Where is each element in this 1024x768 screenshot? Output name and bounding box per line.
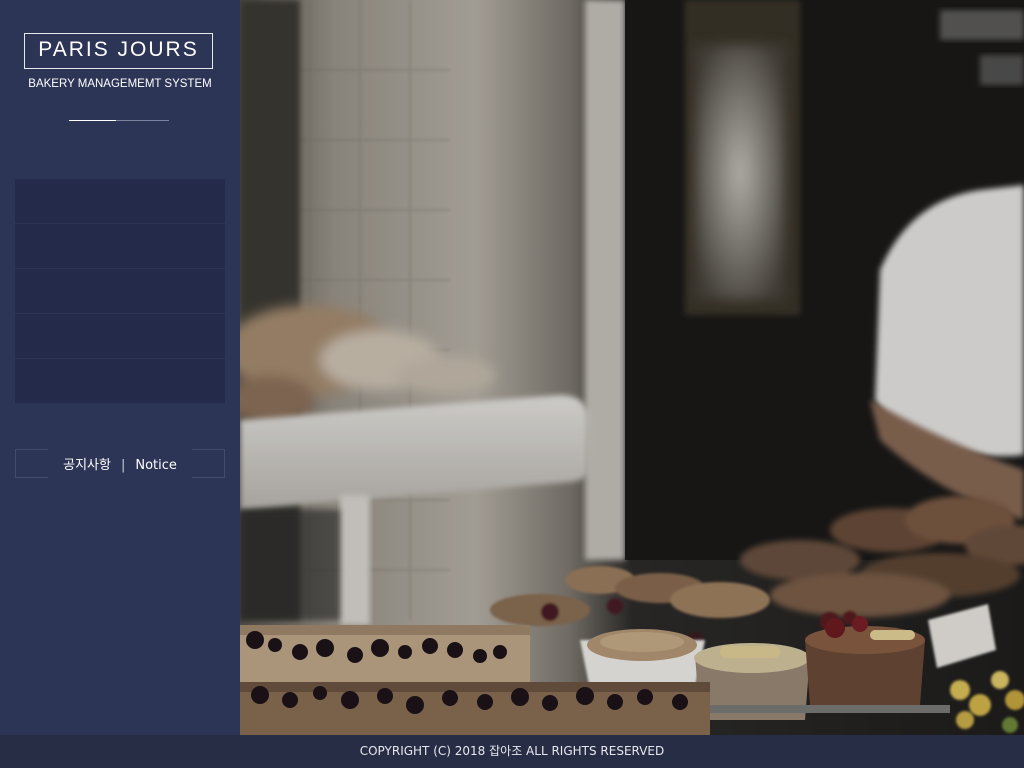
divider — [69, 120, 169, 121]
notice-english-label: Notice — [135, 458, 177, 473]
sidebar-menu-item-4[interactable] — [15, 314, 225, 358]
logo[interactable]: PARIS JOURS — [24, 33, 213, 69]
divider-active-indicator — [69, 120, 116, 121]
sidebar: PARIS JOURS BAKERY MANAGEMEMT SYSTEM 공지사… — [0, 0, 240, 735]
sidebar-menu-item-3[interactable] — [15, 269, 225, 313]
hero-bakery-image — [240, 0, 1024, 735]
sidebar-menu-item-5[interactable] — [15, 359, 225, 403]
notice-button[interactable]: 공지사항 | Notice — [15, 449, 225, 478]
sidebar-menu-item-2[interactable] — [15, 224, 225, 268]
notice-separator: | — [120, 458, 126, 473]
sidebar-menu-item-1[interactable] — [15, 179, 225, 223]
footer-copyright: COPYRIGHT (C) 2018 잡아조 ALL RIGHTS RESERV… — [0, 735, 1024, 768]
notice-korean-label: 공지사항 — [63, 458, 111, 473]
sidebar-menu — [15, 179, 225, 404]
logo-title: PARIS JOURS — [38, 38, 199, 61]
notice-label: 공지사항 | Notice — [15, 454, 225, 473]
logo-subtitle: BAKERY MANAGEMEMT SYSTEM — [28, 78, 212, 90]
